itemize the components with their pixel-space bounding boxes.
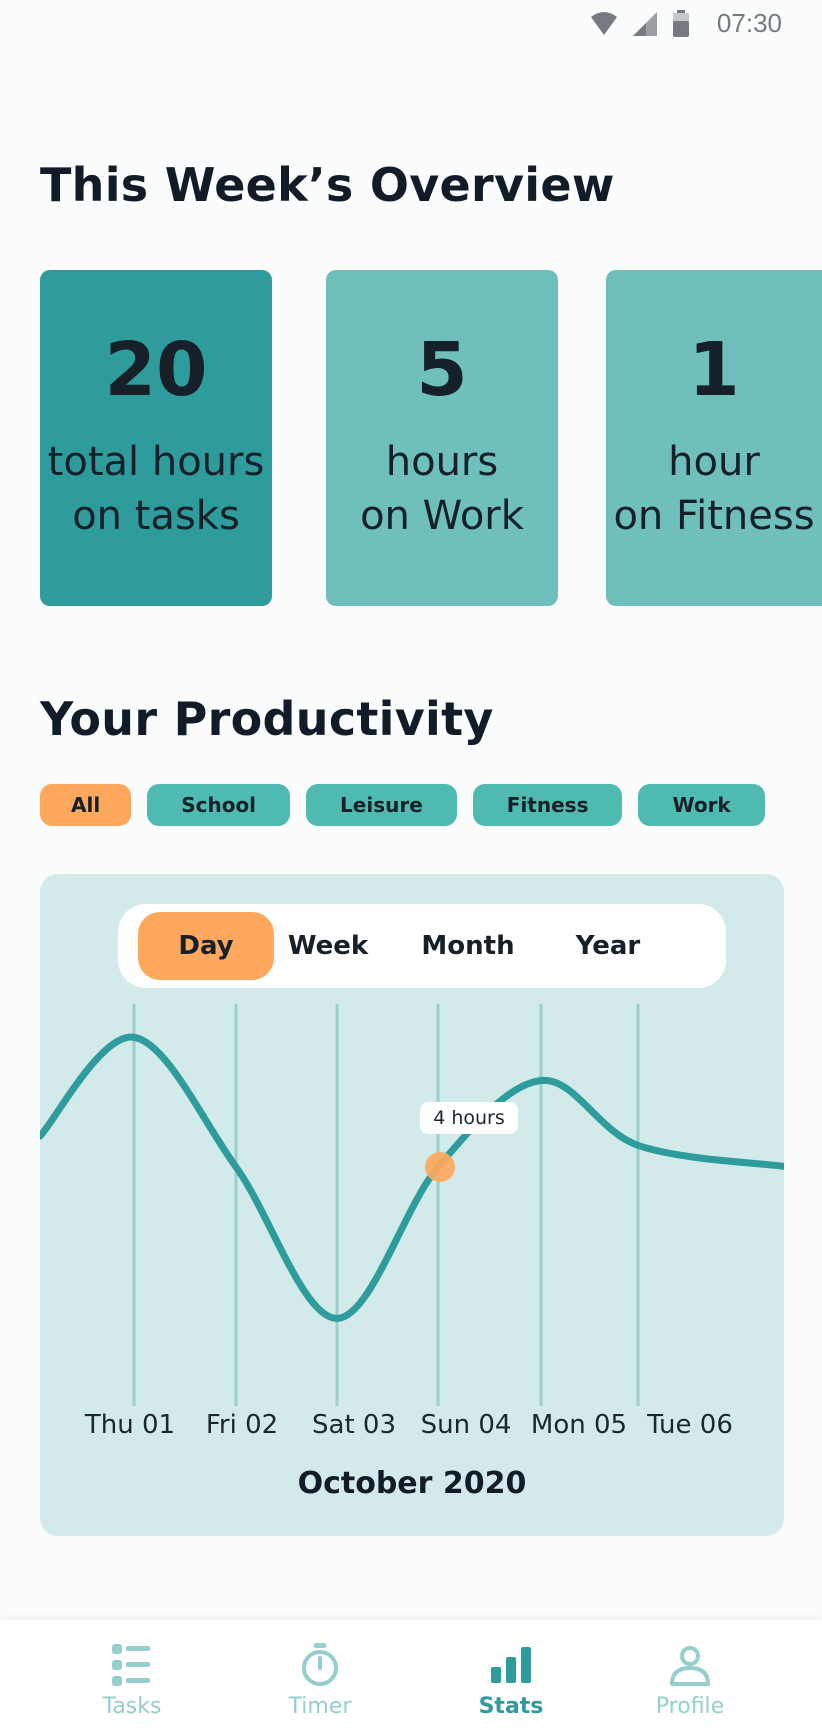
status-time: 07:30 [716, 8, 782, 38]
chart-tooltip: 4 hours [420, 1102, 518, 1134]
data-point [130, 1033, 138, 1041]
card-number: 5 [416, 327, 468, 413]
nav-item-profile[interactable]: Profile [610, 1620, 770, 1734]
range-tab-day[interactable]: Day [138, 912, 274, 980]
profile-icon [670, 1646, 710, 1686]
nav-label: Timer [288, 1694, 352, 1719]
overview-card-work[interactable]: 5 hours on Work [326, 270, 558, 606]
x-tick-label: Thu 01 [84, 1410, 176, 1440]
overview-title: This Week’s Overview [40, 158, 615, 212]
productivity-chart-panel: Day Week Month Year 4 hours Thu 01 Fri 0… [40, 874, 784, 1536]
overview-card-fitness[interactable]: 1 hour on Fitness [606, 270, 822, 606]
highlight-point[interactable] [425, 1152, 455, 1182]
data-point [232, 1163, 240, 1171]
card-label: hour on Fitness [613, 439, 815, 539]
status-bar: 07:30 [0, 0, 822, 50]
wifi-icon [591, 12, 617, 35]
filter-chip-work[interactable]: Work [638, 784, 765, 826]
nav-label: Stats [478, 1694, 544, 1719]
status-icons [590, 10, 690, 38]
card-label: hours on Work [360, 439, 524, 539]
x-tick-label: Fri 02 [205, 1410, 279, 1440]
filter-chip-all[interactable]: All [40, 784, 132, 826]
bottom-navigation: Tasks Timer Stats Profile [0, 1620, 822, 1734]
series-line [40, 1033, 784, 1322]
category-filters: All School Leisure Fitness Work [40, 784, 765, 826]
card-number: 20 [104, 327, 208, 413]
filter-chip-leisure[interactable]: Leisure [306, 784, 457, 826]
range-tab-week[interactable]: Week [268, 912, 388, 980]
battery-icon [673, 10, 689, 37]
tasks-icon [112, 1644, 150, 1686]
range-tab-month[interactable]: Month [398, 912, 538, 980]
nav-item-tasks[interactable]: Tasks [52, 1620, 212, 1734]
x-tick-label: Tue 06 [647, 1410, 733, 1440]
overview-card-total[interactable]: 20 total hours on tasks [40, 270, 272, 606]
x-tick-label: Mon 05 [530, 1410, 628, 1440]
signal-icon [633, 12, 657, 36]
nav-label: Profile [655, 1694, 725, 1719]
data-point [333, 1314, 341, 1322]
timer-icon [302, 1643, 338, 1686]
nav-item-timer[interactable]: Timer [240, 1620, 400, 1734]
range-tab-year[interactable]: Year [548, 912, 668, 980]
chart-month-label: October 2020 [297, 1466, 527, 1501]
data-point [537, 1077, 545, 1085]
card-number: 1 [688, 327, 740, 413]
stats-icon [491, 1647, 531, 1683]
card-label: total hours on tasks [47, 439, 265, 539]
filter-chip-school[interactable]: School [147, 784, 291, 826]
range-selector: Day Week Month Year [118, 904, 726, 988]
x-tick-label: Sat 03 [312, 1410, 396, 1440]
filter-chip-fitness[interactable]: Fitness [472, 784, 623, 826]
nav-label: Tasks [102, 1694, 162, 1719]
x-tick-label: Sun 04 [420, 1410, 512, 1440]
nav-item-stats[interactable]: Stats [431, 1620, 591, 1734]
data-point [634, 1141, 642, 1149]
productivity-title: Your Productivity [40, 692, 494, 746]
